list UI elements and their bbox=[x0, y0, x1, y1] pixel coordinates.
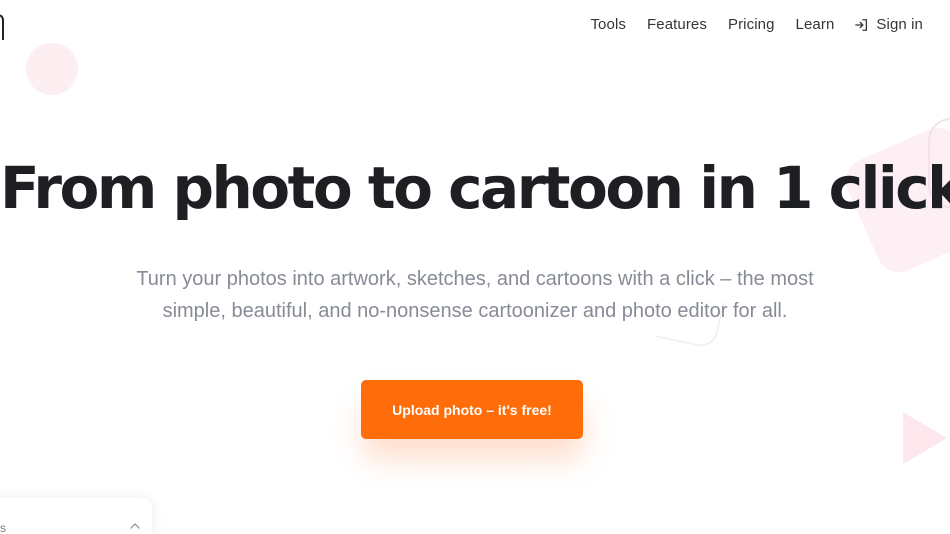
hero-subtitle-line-1: Turn your photos into artwork, sketches,… bbox=[136, 268, 814, 290]
decorative-circle bbox=[26, 43, 78, 95]
nav-features[interactable]: Features bbox=[647, 16, 707, 33]
hero-subtitle-line-2: simple, beautiful, and no-nonsense carto… bbox=[162, 300, 788, 322]
sign-in-label: Sign in bbox=[876, 16, 923, 33]
bottom-widget-label: s bbox=[0, 521, 6, 534]
nav-tools[interactable]: Tools bbox=[590, 16, 626, 33]
upload-photo-button[interactable]: Upload photo – it's free! bbox=[361, 380, 583, 439]
nav-learn[interactable]: Learn bbox=[796, 16, 835, 33]
top-nav: Tools Features Pricing Learn Sign in bbox=[590, 16, 923, 33]
decorative-triangle bbox=[903, 412, 947, 464]
hero-title: From photo to cartoon in 1 click. bbox=[0, 154, 950, 222]
hero-subtitle: Turn your photos into artwork, sketches,… bbox=[95, 263, 855, 327]
sign-in-icon bbox=[855, 18, 868, 31]
nav-pricing[interactable]: Pricing bbox=[728, 16, 775, 33]
chevron-up-icon[interactable] bbox=[129, 520, 141, 532]
logo[interactable] bbox=[0, 14, 4, 40]
page: Tools Features Pricing Learn Sign in Fro… bbox=[0, 0, 950, 534]
sign-in-link[interactable]: Sign in bbox=[855, 16, 923, 33]
